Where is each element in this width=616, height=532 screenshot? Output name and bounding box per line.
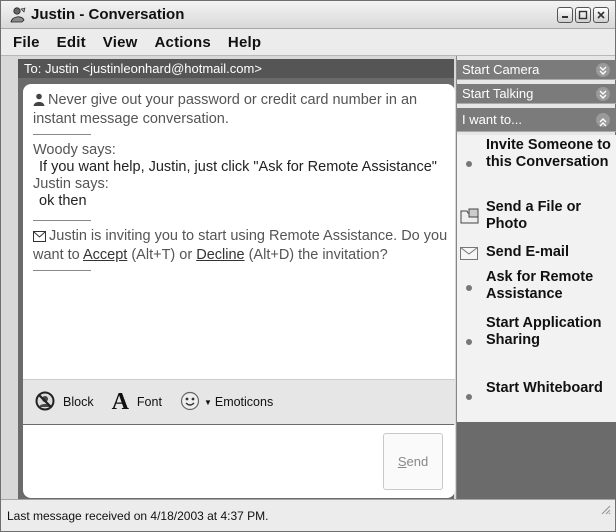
chevron-down-icon[interactable]	[596, 63, 610, 77]
person-icon	[33, 93, 45, 111]
window-title: Justin - Conversation	[31, 6, 185, 23]
maximize-button[interactable]	[575, 7, 591, 23]
recipient-bar: To: Justin <justinleonhard@hotmail.com>	[18, 59, 454, 78]
title-bar[interactable]: Justin - Conversation	[1, 1, 615, 29]
envelope-icon	[460, 247, 478, 265]
message-text: If you want help, Justin, just click "As…	[39, 159, 437, 175]
resize-grip-icon[interactable]	[599, 495, 611, 527]
side-pane-background	[457, 422, 616, 499]
conversation-window: Justin - Conversation File Edit View Act…	[0, 0, 616, 532]
message-sender: Justin says:	[33, 176, 109, 192]
start-talking-header[interactable]: Start Talking	[457, 84, 616, 104]
dropdown-arrow-icon: ▼	[203, 397, 212, 407]
task-ask-remote-assistance[interactable]: Ask for Remote Assistance	[457, 269, 616, 305]
font-button[interactable]: A Font	[111, 389, 162, 415]
envelope-icon	[33, 230, 46, 247]
chevron-up-icon[interactable]	[596, 113, 610, 127]
font-icon: A	[111, 389, 129, 415]
chevron-down-icon[interactable]	[596, 87, 610, 101]
accept-link[interactable]: Accept	[83, 247, 127, 263]
menu-edit[interactable]: Edit	[57, 34, 86, 51]
start-camera-header[interactable]: Start Camera	[457, 60, 616, 80]
window-controls	[557, 7, 609, 23]
bullet-icon	[466, 285, 472, 291]
block-icon	[35, 391, 55, 414]
menu-bar: File Edit View Actions Help	[1, 29, 615, 56]
separator	[33, 220, 91, 221]
message-input[interactable]: Send	[23, 425, 455, 498]
bullet-icon	[466, 339, 472, 345]
separator	[33, 270, 91, 271]
send-button[interactable]: Send	[383, 433, 443, 490]
bullet-icon	[466, 161, 472, 167]
menu-file[interactable]: File	[13, 34, 40, 51]
close-button[interactable]	[593, 7, 609, 23]
task-start-whiteboard[interactable]: Start Whiteboard	[457, 380, 616, 416]
task-list: Invite Someone to this Conversation Send…	[457, 135, 616, 422]
status-bar: Last message received on 4/18/2003 at 4:…	[1, 499, 615, 531]
task-send-email[interactable]: Send E-mail	[457, 244, 616, 262]
smiley-icon	[180, 391, 200, 414]
status-text: Last message received on 4/18/2003 at 4:…	[7, 509, 269, 523]
bullet-icon	[466, 394, 472, 400]
message-text: ok then	[39, 193, 87, 209]
message-sender: Woody says:	[33, 142, 116, 158]
security-warning: Never give out your password or credit c…	[33, 92, 418, 127]
task-send-file[interactable]: Send a File or Photo	[457, 199, 616, 235]
block-button[interactable]: Block	[35, 391, 94, 414]
formatting-toolbar: Block A Font ▼ Emoticons	[23, 379, 455, 424]
separator	[33, 134, 91, 135]
task-invite-someone[interactable]: Invite Someone to this Conversation	[457, 137, 616, 189]
task-start-application-sharing[interactable]: Start Application Sharing	[457, 315, 616, 367]
side-pane: Start Camera Start Talking I want to... …	[456, 56, 616, 499]
decline-link[interactable]: Decline	[196, 247, 244, 263]
i-want-to-header[interactable]: I want to...	[457, 108, 616, 132]
messenger-user-icon	[9, 6, 27, 24]
folder-photo-icon	[460, 207, 480, 230]
menu-view[interactable]: View	[103, 34, 138, 51]
minimize-button[interactable]	[557, 7, 573, 23]
message-history[interactable]: Never give out your password or credit c…	[23, 84, 455, 379]
remote-assistance-invite: Justin is inviting you to start using Re…	[33, 228, 448, 263]
menu-actions[interactable]: Actions	[155, 34, 211, 51]
menu-help[interactable]: Help	[228, 34, 261, 51]
emoticons-button[interactable]: ▼ Emoticons	[180, 391, 273, 414]
